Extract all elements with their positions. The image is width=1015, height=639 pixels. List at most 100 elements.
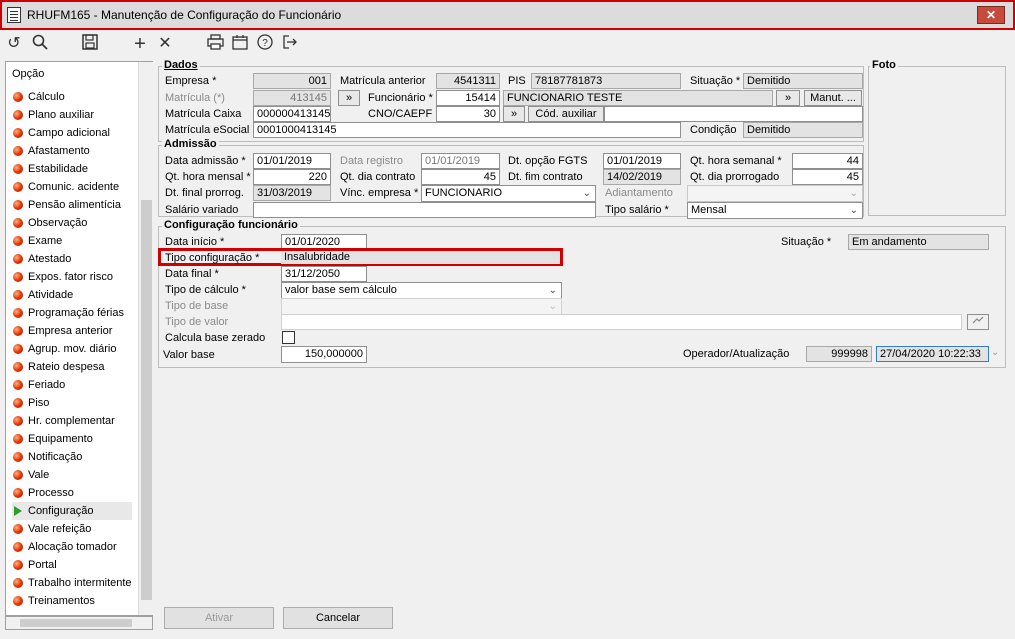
funcionario-lookup-button[interactable]: » [776, 90, 800, 106]
exit-icon[interactable] [280, 34, 300, 54]
sidebar-item[interactable]: Comunic. acidente [12, 178, 132, 196]
toolbar: ↺ + ✕ ? [0, 30, 1015, 58]
data-inicio-label: Data início * [165, 236, 225, 248]
sidebar-item[interactable]: Cálculo [12, 88, 132, 106]
sidebar-item[interactable]: Estabilidade [12, 160, 132, 178]
bullet-icon [13, 578, 23, 588]
cno-field[interactable]: 30 [436, 106, 500, 122]
data-registro-field[interactable]: 01/01/2019 [421, 153, 500, 169]
funcionario-name-field[interactable]: FUNCIONARIO TESTE [503, 90, 773, 106]
qt-hora-mensal-field[interactable]: 220 [253, 169, 331, 185]
sidebar-item[interactable]: Portal [12, 556, 132, 574]
salario-variado-field[interactable] [253, 202, 596, 218]
sidebar-item[interactable]: Programação férias [12, 304, 132, 322]
dt-fim-contrato-field[interactable]: 14/02/2019 [603, 169, 681, 185]
operador-field[interactable]: 999998 [806, 346, 872, 362]
cod-auxiliar-field[interactable] [604, 106, 863, 122]
options-list: Cálculo Plano auxiliar Campo adicional Afas… [12, 88, 132, 610]
tipo-salario-select[interactable]: Mensal ⌄ [687, 202, 863, 219]
data-admissao-field[interactable]: 01/01/2019 [253, 153, 331, 169]
sidebar-item[interactable]: Expos. fator risco [12, 268, 132, 286]
tipo-calculo-select[interactable]: valor base sem cálculo ⌄ [281, 282, 562, 299]
refresh-icon[interactable]: ↺ [4, 34, 24, 54]
sidebar-item[interactable]: Atestado [12, 250, 132, 268]
options-horizontal-scrollbar[interactable] [5, 616, 153, 630]
vinc-empresa-select[interactable]: FUNCIONARIO ⌄ [421, 185, 596, 202]
matricula-anterior-field[interactable]: 4541311 [436, 73, 500, 89]
sidebar-item[interactable]: Exame [12, 232, 132, 250]
pis-field[interactable]: 78187781873 [531, 73, 681, 89]
bullet-icon [13, 398, 23, 408]
sidebar-item[interactable]: Vale refeição [12, 520, 132, 538]
matricula-esocial-field[interactable]: 0001000413145 [253, 122, 681, 138]
matricula-caixa-field[interactable]: 000000413145 [253, 106, 331, 122]
ativar-button[interactable]: Ativar [164, 607, 274, 629]
sidebar-item[interactable]: Afastamento [12, 142, 132, 160]
sidebar-item[interactable]: Equipamento [12, 430, 132, 448]
empresa-field[interactable]: 001 [253, 73, 331, 89]
print-icon[interactable] [205, 34, 225, 54]
cod-auxiliar-button[interactable]: Cód. auxiliar [528, 106, 604, 122]
sidebar-item[interactable]: Atividade [12, 286, 132, 304]
sidebar-item[interactable]: Feriado [12, 376, 132, 394]
save-icon[interactable] [80, 34, 100, 54]
close-button[interactable]: ✕ [977, 6, 1005, 24]
dt-opcao-fgts-field[interactable]: 01/01/2019 [603, 153, 681, 169]
bullet-icon [13, 92, 23, 102]
data-admissao-label: Data admissão * [165, 155, 246, 167]
atualizacao-field[interactable]: 27/04/2020 10:22:33 [876, 346, 989, 362]
tipo-valor-field[interactable] [281, 314, 962, 330]
calcula-base-zerado-label: Calcula base zerado [165, 332, 266, 344]
data-final-field[interactable]: 31/12/2050 [281, 266, 367, 282]
sidebar-item[interactable]: Observação [12, 214, 132, 232]
sidebar-item-label: Alocação tomador [28, 541, 117, 553]
cancelar-button[interactable]: Cancelar [283, 607, 393, 629]
search-icon[interactable] [30, 34, 50, 54]
funcionario-code-field[interactable]: 15414 [436, 90, 500, 106]
manut-button[interactable]: Manut. ... [804, 90, 862, 106]
app-icon [7, 7, 21, 23]
tipo-valor-lookup-icon[interactable] [967, 314, 989, 330]
add-icon[interactable]: + [130, 34, 150, 54]
calendar-icon[interactable] [230, 34, 250, 54]
sidebar-item[interactable]: Alocação tomador [12, 538, 132, 556]
sidebar-item[interactable]: Plano auxiliar [12, 106, 132, 124]
dt-final-prorrog-field[interactable]: 31/03/2019 [253, 185, 331, 201]
tipo-base-select[interactable]: ⌄ [281, 298, 562, 315]
sidebar-item[interactable]: Piso [12, 394, 132, 412]
qt-dia-contrato-field[interactable]: 45 [421, 169, 500, 185]
adiantamento-select[interactable]: ⌄ [687, 185, 863, 202]
condicao-field[interactable]: Demitido [743, 122, 863, 138]
sidebar-item[interactable]: Notificação [12, 448, 132, 466]
matricula-lookup-button[interactable]: » [338, 90, 360, 106]
sidebar-item[interactable]: Vale [12, 466, 132, 484]
sidebar-item-label: Piso [28, 397, 50, 409]
sidebar-item[interactable]: Configuração [12, 502, 132, 520]
sidebar-item[interactable]: Treinamentos [12, 592, 132, 610]
calcula-base-zerado-checkbox[interactable] [282, 331, 295, 344]
options-vertical-scrollbar[interactable] [138, 62, 153, 615]
sidebar-item[interactable]: Campo adicional [12, 124, 132, 142]
qt-hora-semanal-field[interactable]: 44 [792, 153, 863, 169]
cno-lookup-button[interactable]: » [503, 106, 525, 122]
scroll-thumb[interactable] [20, 619, 132, 627]
qt-hora-semanal-label: Qt. hora semanal * [690, 155, 782, 167]
sidebar-item[interactable]: Rateio despesa [12, 358, 132, 376]
sidebar-item[interactable]: Hr. complementar [12, 412, 132, 430]
situacao-field[interactable]: Demitido [743, 73, 863, 89]
delete-icon[interactable]: ✕ [155, 34, 175, 54]
help-icon[interactable]: ? [255, 34, 275, 54]
matricula-field[interactable]: 413145 [253, 90, 331, 106]
scroll-thumb[interactable] [141, 200, 152, 600]
sidebar-item[interactable]: Agrup. mov. diário [12, 340, 132, 358]
sidebar-item[interactable]: Processo [12, 484, 132, 502]
tipo-configuracao-field[interactable]: Insalubridade [281, 251, 560, 264]
sidebar-item[interactable]: Empresa anterior [12, 322, 132, 340]
bullet-icon [13, 236, 23, 246]
valor-base-field[interactable]: 150,000000 [281, 346, 367, 363]
config-situacao-field[interactable]: Em andamento [848, 234, 989, 250]
sidebar-item[interactable]: Trabalho intermitente [12, 574, 132, 592]
sidebar-item-label: Comunic. acidente [28, 181, 120, 193]
sidebar-item[interactable]: Pensão alimentícia [12, 196, 132, 214]
qt-dia-prorrogado-field[interactable]: 45 [792, 169, 863, 185]
